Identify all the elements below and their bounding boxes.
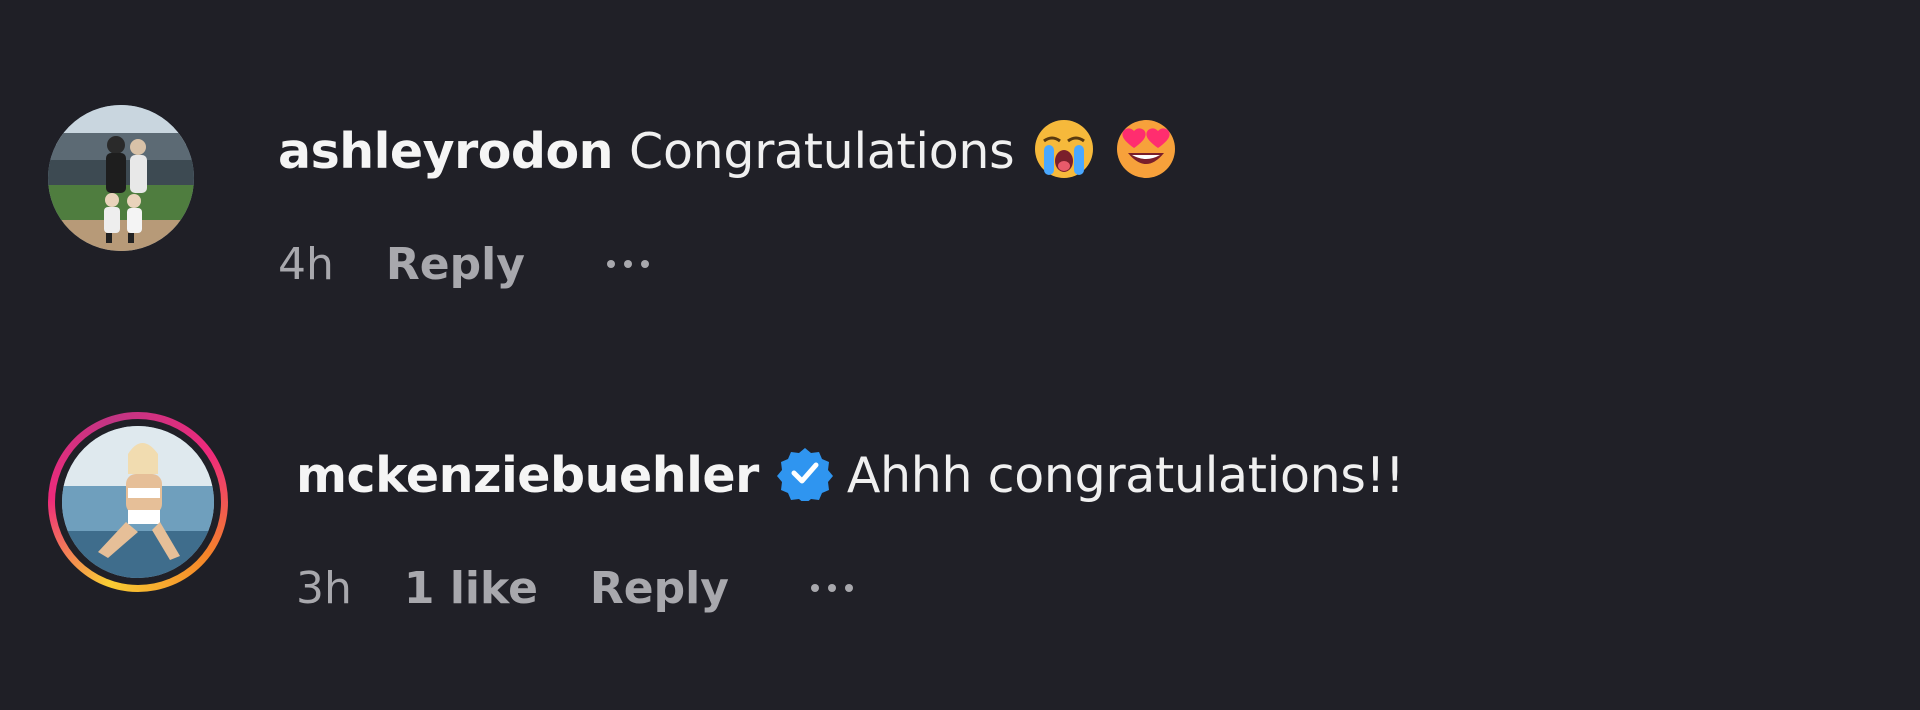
comment-timestamp[interactable]: 4h xyxy=(278,239,334,290)
more-options-icon[interactable] xyxy=(810,584,853,592)
avatar[interactable] xyxy=(62,426,214,578)
comment-username[interactable]: mckenziebuehler xyxy=(296,447,759,504)
more-options-icon[interactable] xyxy=(606,260,649,268)
comment-meta: 4h Reply xyxy=(278,236,649,292)
avatar[interactable] xyxy=(48,105,194,251)
reply-button[interactable]: Reply xyxy=(590,563,729,614)
comment-username[interactable]: ashleyrodon xyxy=(278,123,614,180)
comment-text: Ahhh congratulations!! xyxy=(846,446,1405,504)
comment-body: mckenziebuehler Ahhh congratulations!! xyxy=(296,442,1405,508)
comment-meta: 3h 1 like Reply xyxy=(296,560,853,616)
comment-text: Congratulations xyxy=(629,122,1015,180)
comment-body: ashleyrodon Congratulations xyxy=(278,118,1178,184)
avatar-photo-icon xyxy=(48,105,194,251)
comment-timestamp[interactable]: 3h xyxy=(296,563,352,614)
like-count[interactable]: 1 like xyxy=(404,563,538,614)
verified-badge-icon xyxy=(776,445,833,505)
heart-eyes-face-icon xyxy=(1114,117,1178,185)
avatar-photo-icon xyxy=(62,426,214,578)
reply-button[interactable]: Reply xyxy=(386,239,525,290)
loudly-crying-face-icon xyxy=(1032,117,1096,185)
